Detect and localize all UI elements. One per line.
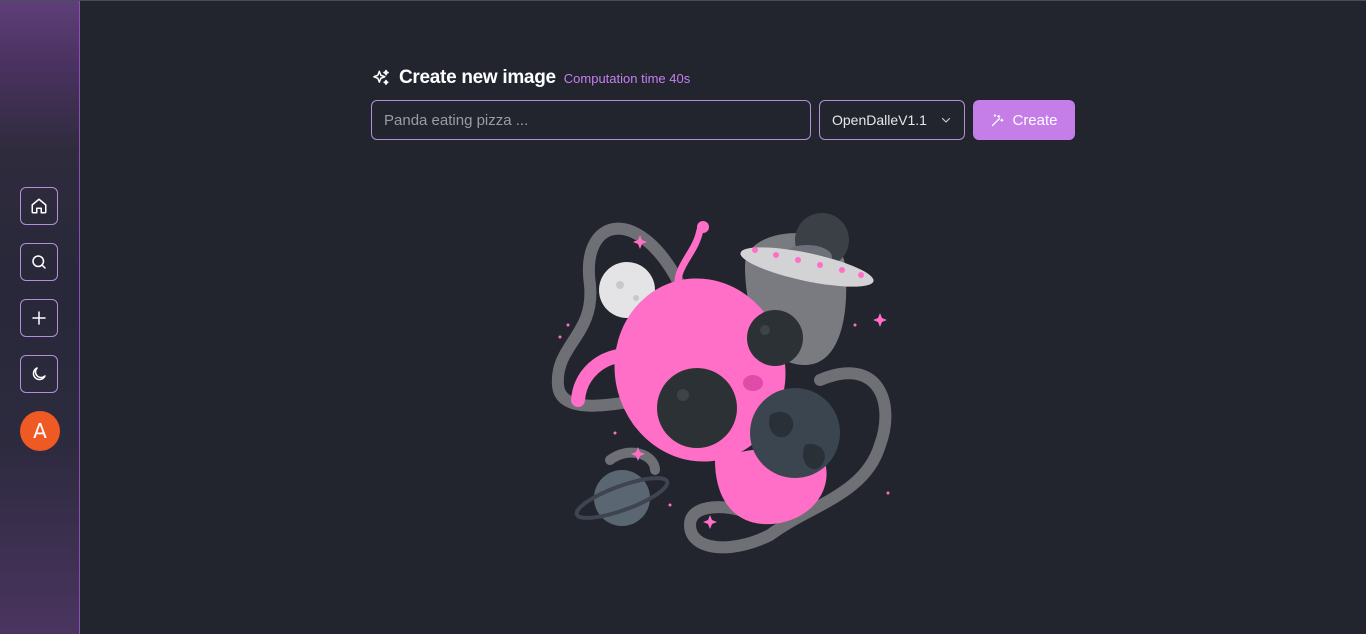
plus-icon	[32, 311, 46, 325]
alien-astronaut-illustration	[551, 213, 892, 554]
add-button[interactable]	[20, 299, 58, 337]
computation-time: Computation time 40s	[563, 70, 691, 86]
moon-icon	[32, 367, 46, 381]
search-button[interactable]	[20, 243, 58, 281]
top-border	[0, 0, 1366, 1]
avatar-letter: A	[33, 419, 47, 443]
home-icon	[31, 198, 47, 214]
sparkles-icon	[373, 69, 389, 85]
page-title: Create new image	[399, 67, 556, 88]
prompt-input[interactable]	[371, 100, 811, 140]
create-button-label: Create	[1012, 111, 1058, 129]
model-select[interactable]: OpenDalleV1.1	[819, 100, 965, 140]
model-select-value: OpenDalleV1.1	[832, 112, 927, 128]
chevron-down-icon	[941, 117, 951, 123]
home-button[interactable]	[20, 187, 58, 225]
avatar[interactable]: A	[20, 411, 60, 451]
magic-wand-icon	[992, 113, 1004, 126]
theme-toggle-button[interactable]	[20, 355, 58, 393]
sidebar: A	[0, 1, 80, 634]
page-header: Create new image Computation time 40s	[371, 66, 690, 90]
search-icon	[32, 255, 46, 269]
create-button[interactable]: Create	[973, 100, 1075, 140]
